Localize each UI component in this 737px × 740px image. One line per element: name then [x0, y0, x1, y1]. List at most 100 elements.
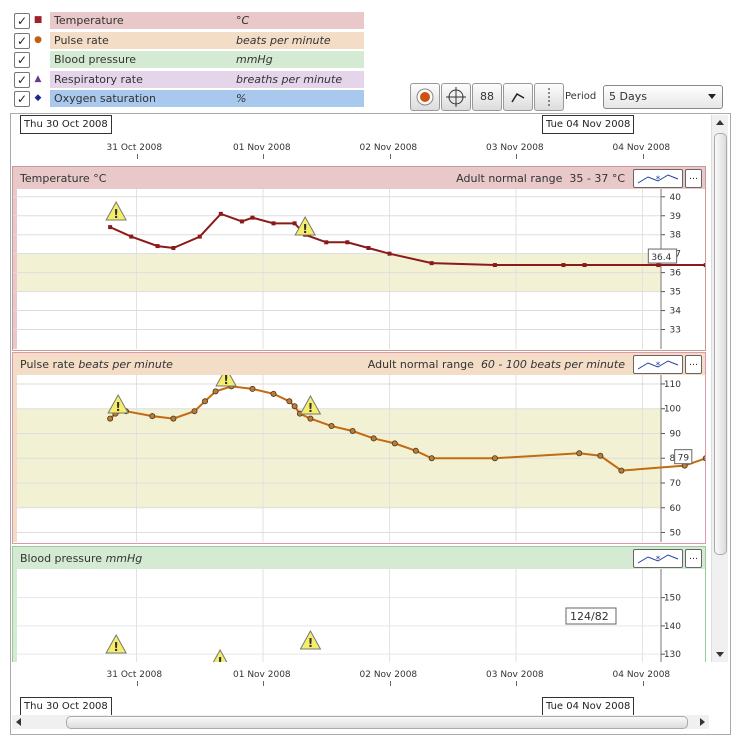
date-tick-mark	[642, 154, 644, 159]
range-start-bottom: Thu 30 Oct 2008	[20, 697, 112, 716]
vertical-scroll-thumb[interactable]	[714, 133, 727, 555]
chart-style-button[interactable]: *	[633, 549, 683, 568]
crosshair-button[interactable]	[441, 83, 471, 111]
legend-item: ✓ ◆ Oxygen saturation%	[14, 89, 364, 109]
data-point	[292, 221, 297, 226]
temperature-panel: Temperature °C Adult normal range 35 - 3…	[12, 166, 706, 351]
panel-menu-button[interactable]: …	[685, 549, 702, 568]
data-point	[349, 428, 356, 435]
date-tick-label: 31 Oct 2008	[106, 670, 163, 680]
warning-icon-glyph: !	[302, 222, 307, 236]
legend-unit: °C	[236, 14, 250, 27]
legend-checkbox[interactable]: ✓	[14, 71, 30, 88]
temperature-title: Temperature °C	[20, 172, 107, 185]
legend-checkbox[interactable]: ✓	[14, 32, 30, 49]
value-label: 36.4	[651, 253, 671, 263]
line-tool-button[interactable]	[503, 83, 533, 111]
warning-icon-glyph: !	[308, 636, 313, 650]
date-tick-mark	[516, 154, 517, 159]
data-point	[429, 261, 434, 266]
legend-item: ✓ ● Pulse rate beats per minute	[14, 31, 364, 51]
marker-tool-button[interactable]	[534, 83, 564, 111]
y-tick-label: 100	[664, 405, 681, 415]
panel-accent-strip	[13, 569, 17, 662]
legend-marker-icon: ●	[34, 34, 42, 45]
bp-panel-header: Blood pressure mmHg * …	[13, 547, 705, 569]
horizontal-scrollbar[interactable]	[12, 715, 709, 729]
bp-chart: 110120130140150124/82!!!	[13, 569, 681, 662]
data-point	[345, 240, 350, 245]
date-tick-label: 02 Nov 2008	[359, 670, 418, 680]
data-point	[249, 385, 256, 392]
y-tick-label: 34	[670, 307, 682, 317]
pulse-panel: Pulse rate beats per minute Adult normal…	[12, 352, 706, 544]
data-point	[171, 245, 176, 250]
legend-name: Pulse rate	[54, 33, 109, 47]
date-tick-mark	[389, 681, 391, 686]
legend-marker-icon: ■	[33, 15, 43, 25]
legend-unit: %	[236, 92, 247, 105]
y-tick-label: 39	[670, 212, 682, 222]
data-point	[107, 415, 114, 422]
panel-menu-button[interactable]: …	[685, 169, 702, 188]
y-tick-label: 33	[670, 326, 681, 336]
data-point	[703, 263, 705, 268]
legend-name: Temperature	[54, 14, 124, 27]
data-point	[391, 440, 398, 447]
data-point	[286, 398, 293, 405]
svg-text:*: *	[656, 555, 661, 565]
scroll-right-icon[interactable]	[700, 718, 705, 726]
date-tick-label: 01 Nov 2008	[233, 670, 291, 680]
pulse-title: Pulse rate beats per minute	[20, 358, 173, 371]
date-tick-label: 01 Nov 2008	[233, 143, 291, 153]
warning-icon-glyph: !	[223, 375, 228, 387]
data-point	[582, 263, 587, 268]
chevron-down-icon	[708, 94, 716, 99]
data-point	[597, 452, 604, 459]
y-tick-label: 36	[670, 269, 682, 279]
legend-marker-icon: ◆	[34, 93, 42, 103]
y-tick-label: 140	[664, 622, 681, 632]
legend-checkbox[interactable]: ✓	[14, 13, 30, 29]
record-button[interactable]	[410, 83, 440, 111]
legend-item: ✓ ■ Temperature °C	[14, 11, 364, 31]
vital-signs-legend: ✓ ■ Temperature °C ✓ ● Pulse rate beats per min…	[14, 11, 364, 109]
y-tick-label: 150	[664, 594, 681, 604]
data-point	[656, 263, 661, 268]
legend-item: ✓ ▲ Respiratory rate breaths per minute	[14, 70, 364, 90]
data-point	[250, 215, 255, 220]
legend-checkbox[interactable]: ✓	[14, 91, 30, 107]
horizontal-scroll-thumb[interactable]	[66, 716, 688, 729]
y-tick-label: 70	[670, 479, 682, 489]
chart-style-button[interactable]: *	[633, 169, 683, 188]
data-point	[170, 415, 177, 422]
y-tick-label: 60	[670, 504, 682, 514]
temperature-panel-header: Temperature °C Adult normal range 35 - 3…	[13, 167, 705, 189]
date-tick-label: 02 Nov 2008	[359, 143, 418, 153]
data-point	[307, 415, 314, 422]
panel-menu-button[interactable]: …	[685, 355, 702, 374]
pulse-chart: 50607080901001107980!!!	[13, 375, 705, 542]
chart-style-button[interactable]: *	[633, 355, 683, 374]
legend-marker-icon	[33, 54, 43, 64]
vertical-scrollbar[interactable]	[711, 115, 728, 662]
period-select[interactable]: 5 Days	[603, 85, 723, 109]
date-tick-label: 04 Nov 2008	[612, 143, 671, 153]
scroll-down-icon[interactable]	[716, 652, 724, 657]
legend-checkbox[interactable]: ✓	[14, 52, 30, 68]
date-tick-mark	[136, 154, 138, 159]
scroll-up-icon[interactable]	[716, 120, 724, 125]
zoom-button[interactable]: 88	[472, 83, 502, 111]
range-end-bottom: Tue 04 Nov 2008	[542, 697, 635, 716]
value-label: 124/82	[570, 610, 609, 623]
legend-unit: breaths per minute	[236, 72, 343, 86]
pulse-normal-range: Adult normal range 60 - 100 beats per mi…	[367, 358, 625, 371]
scroll-left-icon[interactable]	[16, 718, 21, 726]
data-point	[576, 450, 583, 457]
data-point	[387, 251, 392, 256]
bp-panel: Blood pressure mmHg * … 1101201301401501…	[12, 546, 706, 662]
date-tick-mark	[516, 681, 517, 686]
range-end-top: Tue 04 Nov 2008	[542, 115, 635, 134]
data-point	[412, 447, 419, 454]
data-point	[191, 408, 198, 415]
